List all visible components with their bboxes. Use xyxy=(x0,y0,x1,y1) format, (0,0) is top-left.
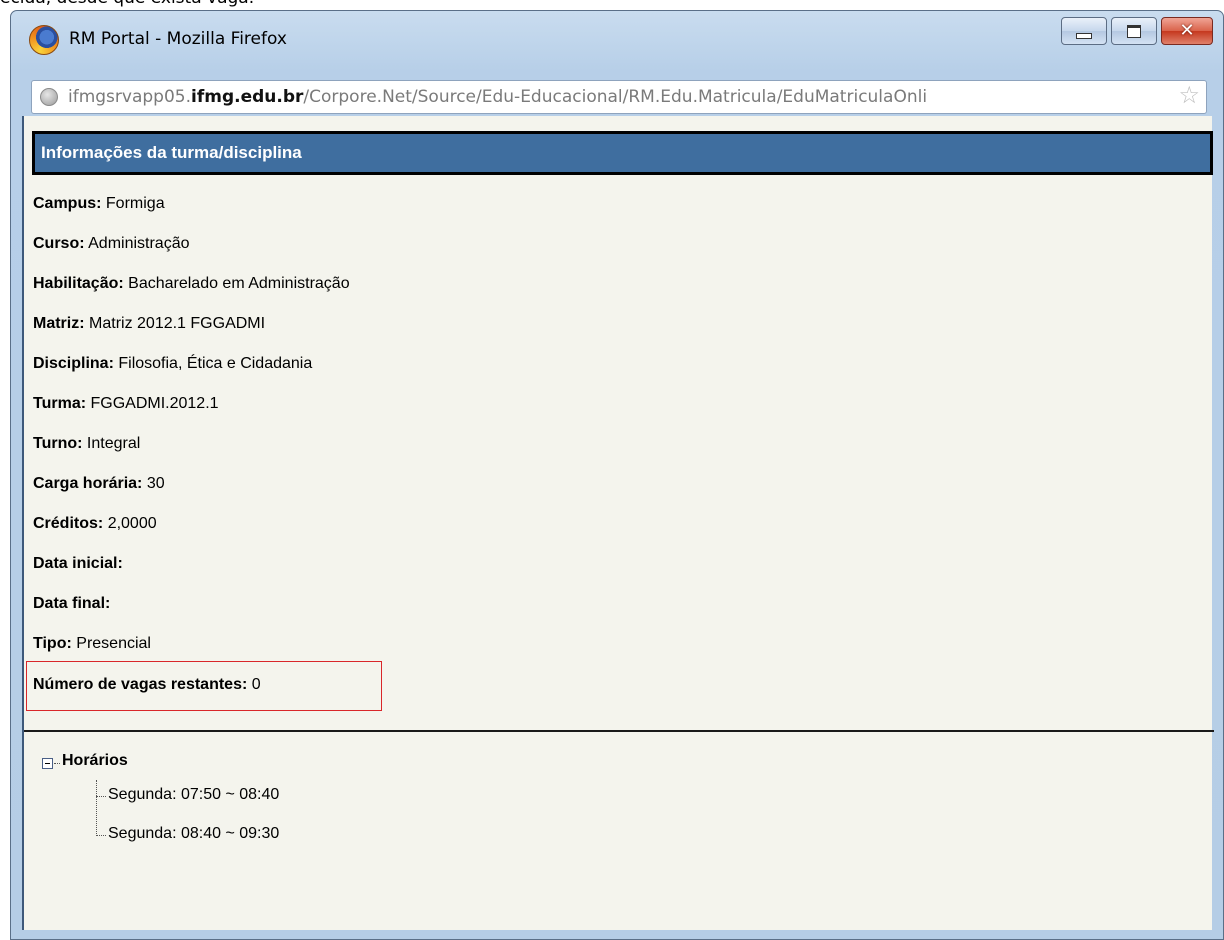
divider xyxy=(24,730,1214,732)
collapse-toggle-icon[interactable] xyxy=(42,758,53,769)
tree-connector xyxy=(96,835,106,836)
minimize-icon xyxy=(1076,33,1092,39)
field-tipo: Tipo: Presencial xyxy=(33,635,151,653)
field-value: Formiga xyxy=(105,195,165,212)
section-header: Informações da turma/disciplina xyxy=(32,131,1213,175)
background-caption-text: ecida, desde que exista vaga. xyxy=(0,0,254,8)
field-label: Data inicial: xyxy=(33,555,123,572)
field-carga-horaria: Carga horária: 30 xyxy=(33,475,165,493)
field-label: Campus: xyxy=(33,195,102,212)
field-value: Administração xyxy=(88,235,190,252)
close-icon: ✕ xyxy=(1179,20,1195,41)
field-curso: Curso: Administração xyxy=(33,235,190,253)
field-value: 30 xyxy=(146,475,165,492)
url-host-prefix: ifmgsrvapp05. xyxy=(68,87,192,107)
field-disciplina: Disciplina: Filosofia, Ética e Cidadania xyxy=(33,355,312,373)
tree-item-horario: Segunda: 07:50 ~ 08:40 xyxy=(108,786,280,803)
field-value: FGGADMI.2012.1 xyxy=(90,395,219,412)
window-controls: ✕ xyxy=(1061,17,1213,49)
firefox-logo-icon xyxy=(29,25,59,55)
tree-connector xyxy=(54,763,60,764)
titlebar[interactable]: RM Portal - Mozilla Firefox ✕ xyxy=(11,11,1223,71)
field-value: Presencial xyxy=(76,635,151,652)
url-path: /Corpore.Net/Source/Edu-Educacional/RM.E… xyxy=(303,87,928,107)
tree-item-horario: Segunda: 08:40 ~ 09:30 xyxy=(108,825,280,842)
field-label: Data final: xyxy=(33,595,111,612)
tree-root-horarios: Horários xyxy=(62,752,128,769)
field-label: Matriz: xyxy=(33,315,85,332)
url-host-domain: ifmg.edu.br xyxy=(191,87,304,107)
field-label: Turma: xyxy=(33,395,87,412)
minimize-button[interactable] xyxy=(1061,17,1107,45)
field-value: 0 xyxy=(251,676,261,693)
field-label: Turno: xyxy=(33,435,83,452)
field-label: Disciplina: xyxy=(33,355,114,372)
field-value: Bacharelado em Administração xyxy=(128,275,350,292)
maximize-button[interactable] xyxy=(1111,17,1157,45)
page-content: Informações da turma/disciplina Campus: … xyxy=(22,116,1214,930)
field-habilitacao: Habilitação: Bacharelado em Administraçã… xyxy=(33,275,350,293)
window-title: RM Portal - Mozilla Firefox xyxy=(69,29,287,49)
field-label: Habilitação: xyxy=(33,275,124,292)
url-text[interactable]: ifmgsrvapp05.ifmg.edu.br/Corpore.Net/Sou… xyxy=(68,87,927,107)
tree-connector xyxy=(96,796,106,797)
field-label: Tipo: xyxy=(33,635,72,652)
field-value: Matriz 2012.1 FGGADMI xyxy=(89,315,266,332)
field-turno: Turno: Integral xyxy=(33,435,140,453)
field-campus: Campus: Formiga xyxy=(33,195,165,213)
maximize-icon xyxy=(1127,24,1141,38)
field-data-inicial: Data inicial: xyxy=(33,555,123,573)
bookmark-star-icon[interactable]: ☆ xyxy=(1178,83,1200,107)
field-vagas-restantes: Número de vagas restantes: 0 xyxy=(33,676,261,694)
field-label: Carga horária: xyxy=(33,475,143,492)
field-value: 2,0000 xyxy=(107,515,157,532)
field-label: Curso: xyxy=(33,235,85,252)
field-matriz: Matriz: Matriz 2012.1 FGGADMI xyxy=(33,315,265,333)
field-label: Número de vagas restantes: xyxy=(33,676,248,693)
close-button[interactable]: ✕ xyxy=(1161,17,1213,45)
address-bar[interactable]: ifmgsrvapp05.ifmg.edu.br/Corpore.Net/Sou… xyxy=(31,80,1207,114)
field-value: Filosofia, Ética e Cidadania xyxy=(118,355,313,372)
field-creditos: Créditos: 2,0000 xyxy=(33,515,157,533)
field-label: Créditos: xyxy=(33,515,104,532)
tree-connector xyxy=(96,780,97,836)
field-value: Integral xyxy=(86,435,141,452)
field-turma: Turma: FGGADMI.2012.1 xyxy=(33,395,219,413)
field-data-final: Data final: xyxy=(33,595,110,613)
globe-icon xyxy=(40,88,58,106)
